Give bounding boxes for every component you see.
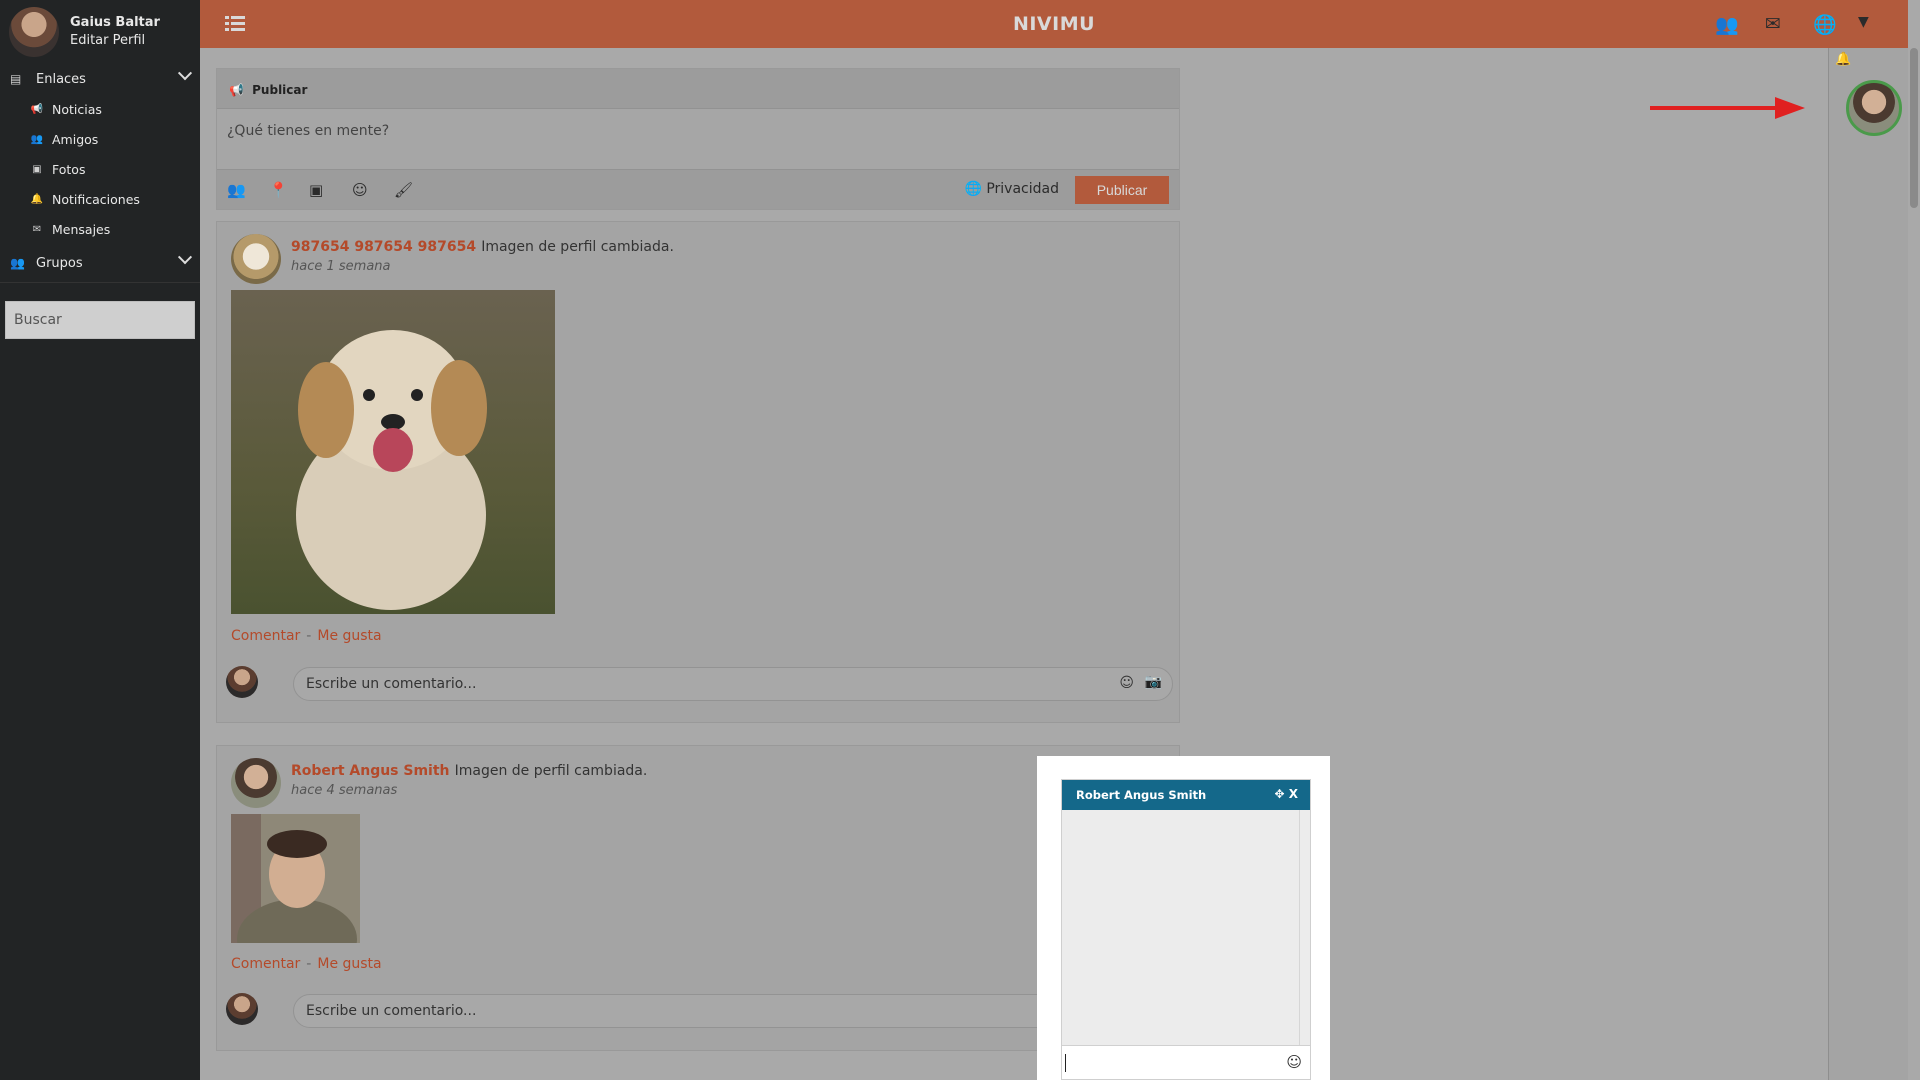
like-link[interactable]: Me gusta: [317, 956, 381, 972]
post-action-text: Imagen de perfil cambiada.: [454, 763, 648, 779]
chevron-down-icon: [177, 66, 193, 81]
sidebar-item-label: Fotos: [52, 161, 86, 177]
groups-section-label: Grupos: [36, 255, 83, 271]
comment-link[interactable]: Comentar: [231, 628, 300, 644]
profile-header[interactable]: Gaius Baltar Editar Perfil: [0, 0, 200, 64]
post-action-text: Imagen de perfil cambiada.: [481, 239, 674, 255]
sidebar-item-label: Notificaciones: [52, 191, 140, 207]
topbar: NIVIMU 👥 ✉ 🌐 ▼: [200, 0, 1908, 48]
emoji-icon[interactable]: ☺: [1119, 675, 1134, 691]
chat-input[interactable]: ☺: [1062, 1045, 1310, 1079]
sidebar-item-label: Noticias: [52, 101, 102, 117]
like-link[interactable]: Me gusta: [317, 628, 381, 644]
app-title[interactable]: NIVIMU: [200, 13, 1908, 35]
post-author-avatar[interactable]: [231, 234, 281, 284]
camera-icon[interactable]: 📷: [1145, 674, 1162, 690]
links-section-toggle[interactable]: ▤ Enlaces: [0, 64, 200, 94]
online-friend-avatar[interactable]: [1846, 80, 1902, 136]
online-friends-rail: 🔔: [1828, 48, 1908, 1080]
commenter-avatar: [226, 666, 258, 698]
publish-textarea[interactable]: ¿Qué tienes en mente?: [217, 109, 1179, 169]
photo-icon: ▣: [32, 163, 42, 175]
sidebar-item-fotos[interactable]: ▣ Fotos: [0, 154, 200, 184]
post-timestamp[interactable]: hace 1 semana: [291, 259, 674, 274]
friends-icon: 👥: [30, 133, 44, 145]
post-author-avatar[interactable]: [231, 758, 281, 808]
publish-header: 📢 Publicar: [217, 69, 1179, 109]
commenter-avatar: [226, 993, 258, 1025]
sidebar-item-notificaciones[interactable]: 🔔 Notificaciones: [0, 184, 200, 214]
post-image[interactable]: [231, 814, 360, 943]
location-icon[interactable]: 📍: [269, 181, 288, 199]
publish-toolbar: 👥 📍 ▣ ☺ 🖌 🌐 Privacidad Publicar: [217, 169, 1179, 209]
friends-icon[interactable]: 👥: [1715, 13, 1739, 36]
post-card: 987654 987654 987654 Imagen de perfil ca…: [216, 221, 1180, 723]
tag-friends-icon[interactable]: 👥: [227, 181, 246, 199]
megaphone-icon: 📢: [229, 83, 244, 97]
globe-icon: 🌐: [964, 181, 982, 197]
post-card: Robert Angus Smith Imagen de perfil camb…: [216, 745, 1180, 1051]
post-author-link[interactable]: Robert Angus Smith: [291, 763, 450, 779]
edit-profile-link[interactable]: Editar Perfil: [70, 32, 160, 50]
post-links: Comentar - Me gusta: [231, 956, 382, 972]
privacy-label: Privacidad: [986, 181, 1059, 197]
sidebar-item-mensajes[interactable]: ✉ Mensajes: [0, 214, 200, 244]
comment-link[interactable]: Comentar: [231, 956, 300, 972]
chat-title: Robert Angus Smith: [1076, 788, 1207, 802]
user-name[interactable]: Gaius Baltar: [70, 14, 160, 32]
chat-messages[interactable]: [1062, 810, 1300, 1046]
sidebar-item-label: Amigos: [52, 131, 99, 147]
mail-icon[interactable]: ✉: [1765, 13, 1781, 35]
links-section-label: Enlaces: [36, 71, 86, 87]
chat-header[interactable]: Robert Angus Smith ✥ X: [1062, 780, 1310, 810]
newspaper-icon: ▤: [10, 72, 22, 86]
post-author-link[interactable]: 987654 987654 987654: [291, 239, 476, 255]
brush-icon[interactable]: 🖌: [394, 181, 413, 199]
chat-window: Robert Angus Smith ✥ X ☺: [1061, 779, 1311, 1080]
sidebar-item-amigos[interactable]: 👥 Amigos: [0, 124, 200, 154]
groups-section-toggle[interactable]: 👥 Grupos: [0, 248, 200, 278]
sidebar-search-input[interactable]: Buscar: [5, 301, 195, 339]
image-icon[interactable]: ▣: [309, 181, 323, 199]
caret-down-icon[interactable]: ▼: [1858, 14, 1869, 30]
text-caret: [1065, 1054, 1066, 1072]
close-button[interactable]: X: [1289, 787, 1298, 801]
bell-icon: 🔔: [30, 193, 44, 205]
privacy-selector[interactable]: 🌐 Privacidad: [964, 181, 1059, 197]
bell-icon[interactable]: 🔔: [1835, 52, 1851, 67]
emoji-icon[interactable]: ☺: [352, 181, 368, 199]
user-avatar[interactable]: [9, 7, 59, 57]
sidebar: Gaius Baltar Editar Perfil ▤ Enlaces 📢 N…: [0, 0, 200, 1080]
friends-icon: 👥: [10, 256, 25, 270]
post-timestamp[interactable]: hace 4 semanas: [291, 783, 647, 798]
comment-input[interactable]: Escribe un comentario... ☺ 📷: [293, 667, 1173, 701]
chevron-down-icon: [177, 250, 193, 265]
publish-panel: 📢 Publicar ¿Qué tienes en mente? 👥 📍 ▣ ☺…: [216, 68, 1180, 210]
sidebar-item-noticias[interactable]: 📢 Noticias: [0, 94, 200, 124]
publish-header-label: Publicar: [252, 83, 308, 97]
post-links: Comentar - Me gusta: [231, 628, 382, 644]
megaphone-icon: 📢: [30, 103, 44, 115]
globe-icon[interactable]: 🌐: [1813, 13, 1837, 36]
comment-placeholder: Escribe un comentario...: [306, 676, 477, 692]
expand-icon[interactable]: ✥: [1274, 787, 1284, 801]
annotation-arrow-icon: [1650, 97, 1805, 119]
comment-placeholder: Escribe un comentario...: [306, 1003, 477, 1019]
emoji-icon[interactable]: ☺: [1286, 1053, 1302, 1071]
sidebar-item-label: Mensajes: [52, 221, 111, 237]
sidebar-divider: [0, 282, 200, 283]
mail-icon: ✉: [32, 223, 42, 235]
publish-button[interactable]: Publicar: [1075, 176, 1169, 204]
scrollbar-thumb[interactable]: [1910, 48, 1918, 208]
post-image[interactable]: [231, 290, 555, 614]
